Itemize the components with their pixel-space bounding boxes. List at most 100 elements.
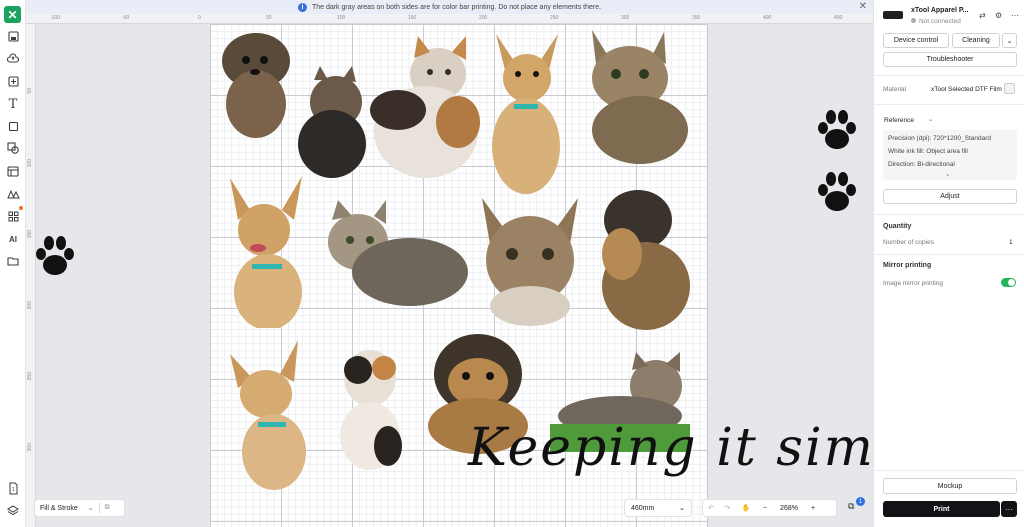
settings-gear-icon[interactable]: ⚙ bbox=[995, 11, 1002, 20]
style-copy-icon[interactable]: ⧉ bbox=[105, 504, 110, 512]
mirror-toggle[interactable] bbox=[1001, 278, 1016, 287]
ruler-tick-label: 400 bbox=[763, 15, 772, 21]
close-notice-icon[interactable]: ✕ bbox=[859, 1, 867, 12]
pet-image-calico-cat[interactable] bbox=[364, 34, 484, 180]
divider bbox=[874, 214, 1024, 215]
ruler-tick-label: 50 bbox=[266, 15, 272, 21]
text-tool-icon[interactable]: T bbox=[5, 96, 21, 112]
fill-stroke-label: Fill & Stroke bbox=[40, 504, 78, 512]
paw-print-icon[interactable] bbox=[814, 170, 860, 214]
switch-device-icon[interactable]: ⇄ bbox=[979, 11, 986, 20]
ruler-tick-label: 200 bbox=[479, 15, 488, 21]
pet-image-yorkie[interactable] bbox=[586, 176, 702, 336]
ruler-tick-label: 100 bbox=[337, 15, 346, 21]
pet-image-chihuahua[interactable] bbox=[226, 338, 318, 492]
hand-tool-icon[interactable]: ✋ bbox=[735, 499, 757, 517]
size-value: 460mm bbox=[631, 504, 655, 512]
divider bbox=[874, 254, 1024, 255]
precision-label: Precision (dpi): bbox=[888, 135, 932, 142]
print-settings-panel: xTool Apparel P... Not connected ⇄ ⚙ ⋯ D… bbox=[873, 0, 1024, 527]
mockup-button[interactable]: Mockup bbox=[883, 478, 1017, 494]
ruler-tick-label: 300 bbox=[621, 15, 630, 21]
divider bbox=[874, 75, 1024, 76]
reference-dropdown[interactable]: Reference bbox=[884, 117, 914, 124]
shape-tool-icon[interactable] bbox=[5, 118, 21, 134]
ruler-tick-label: 200 bbox=[27, 301, 33, 310]
mirror-title: Mirror printing bbox=[883, 262, 932, 269]
pet-image-tabby-cat[interactable] bbox=[478, 194, 582, 326]
chevron-down-icon[interactable]: ⌄ bbox=[928, 115, 933, 123]
redo-icon[interactable]: ↷ bbox=[719, 499, 735, 517]
library-icon[interactable] bbox=[5, 186, 21, 202]
more-options-icon[interactable]: ⋯ bbox=[1011, 11, 1019, 20]
save-icon[interactable] bbox=[5, 28, 21, 44]
material-swatch[interactable] bbox=[1004, 83, 1015, 94]
pet-image-calico-kitten[interactable] bbox=[334, 346, 406, 472]
device-control-button[interactable]: Device control bbox=[883, 33, 949, 48]
white-ink-label: White ink fill: bbox=[888, 148, 925, 155]
layers-icon[interactable] bbox=[5, 502, 21, 518]
pet-image-yorkie[interactable] bbox=[216, 26, 296, 138]
color-bar-notice: i The dark gray areas on both sides are … bbox=[26, 0, 873, 14]
layers-count-badge: 1 bbox=[856, 497, 865, 506]
device-status-text: Not connected bbox=[919, 18, 961, 25]
device-header[interactable]: xTool Apparel P... Not connected ⇄ ⚙ ⋯ bbox=[883, 5, 1019, 27]
direction-label: Direction: bbox=[888, 161, 916, 168]
pet-image-kitten[interactable] bbox=[296, 64, 368, 180]
material-label: Material bbox=[883, 86, 907, 93]
print-more-button[interactable]: ··· bbox=[1001, 501, 1017, 517]
material-value[interactable]: xTool Selected DTF Film bbox=[931, 86, 1002, 93]
precision-value: 720*1200_Standard bbox=[933, 135, 992, 142]
divider bbox=[98, 503, 100, 513]
white-ink-row: White ink fill: Object area fill bbox=[888, 148, 968, 155]
printer-icon bbox=[883, 11, 903, 19]
ruler-tick-label: 0 bbox=[198, 15, 201, 21]
pet-image-chihuahua[interactable] bbox=[224, 174, 304, 328]
quantity-title: Quantity bbox=[883, 223, 912, 230]
precision-row: Precision (dpi): 720*1200_Standard bbox=[888, 135, 991, 142]
zoom-controls: ↶ ↷ ✋ − 268% + bbox=[702, 499, 837, 517]
paw-print-icon[interactable] bbox=[32, 234, 78, 278]
fill-stroke-dropdown[interactable]: Fill & Stroke ⌄ ⧉ bbox=[34, 499, 125, 517]
size-dropdown[interactable]: 460mm ⌄ bbox=[624, 499, 692, 517]
divider bbox=[874, 470, 1024, 471]
troubleshooter-button[interactable]: Troubleshooter bbox=[883, 52, 1017, 67]
info-icon: i bbox=[297, 2, 307, 12]
zoom-out-icon[interactable]: − bbox=[757, 499, 773, 517]
template-icon[interactable] bbox=[5, 163, 21, 179]
cleaning-dropdown-icon[interactable]: ⌄ bbox=[1002, 33, 1017, 48]
adjust-button[interactable]: Adjust bbox=[883, 189, 1017, 204]
ai-tool-icon[interactable]: AI bbox=[5, 231, 21, 247]
pet-image-tabby-kitten[interactable] bbox=[312, 194, 470, 316]
cleaning-button[interactable]: Cleaning bbox=[952, 33, 1000, 48]
handwriting-text[interactable]: Keeping it simple bbox=[468, 418, 873, 478]
add-icon[interactable] bbox=[5, 73, 21, 89]
ruler-tick-label: 450 bbox=[834, 15, 843, 21]
white-ink-value: Object area fill bbox=[926, 148, 968, 155]
pet-image-chihuahua[interactable] bbox=[482, 28, 572, 196]
ruler-tick-label: 350 bbox=[692, 15, 701, 21]
pet-image-tabby-cat[interactable] bbox=[582, 26, 692, 166]
design-canvas[interactable]: i The dark gray areas on both sides are … bbox=[26, 0, 873, 527]
copies-input[interactable]: 1 bbox=[1009, 239, 1013, 246]
chevron-down-icon: ⌄ bbox=[679, 505, 685, 512]
apps-icon[interactable] bbox=[5, 206, 23, 224]
undo-icon[interactable]: ↶ bbox=[703, 499, 719, 517]
notice-text: The dark gray areas on both sides are fo… bbox=[311, 3, 602, 11]
ruler-tick-label: 100 bbox=[27, 159, 33, 168]
top-ruler: -100 -50 0 50 100 150 200 250 300 350 40… bbox=[26, 14, 873, 24]
print-button[interactable]: Print bbox=[883, 501, 1000, 517]
paw-print-icon[interactable] bbox=[814, 108, 860, 152]
divider bbox=[874, 104, 1024, 105]
folder-icon[interactable] bbox=[5, 253, 21, 269]
zoom-level[interactable]: 268% bbox=[773, 499, 805, 517]
cloud-upload-icon[interactable] bbox=[5, 50, 21, 66]
xtool-logo-icon[interactable]: ✕ bbox=[4, 6, 21, 23]
combine-shapes-icon[interactable] bbox=[5, 140, 21, 156]
left-toolbar: ✕ T AI 1 bbox=[0, 0, 26, 527]
direction-row: Direction: Bi-directional bbox=[888, 161, 955, 168]
zoom-in-icon[interactable]: + bbox=[805, 499, 821, 517]
expand-chevron-icon[interactable]: ⌄ bbox=[945, 170, 950, 178]
page-icon[interactable]: 1 bbox=[5, 480, 21, 496]
ruler-tick-label: -50 bbox=[122, 15, 130, 21]
